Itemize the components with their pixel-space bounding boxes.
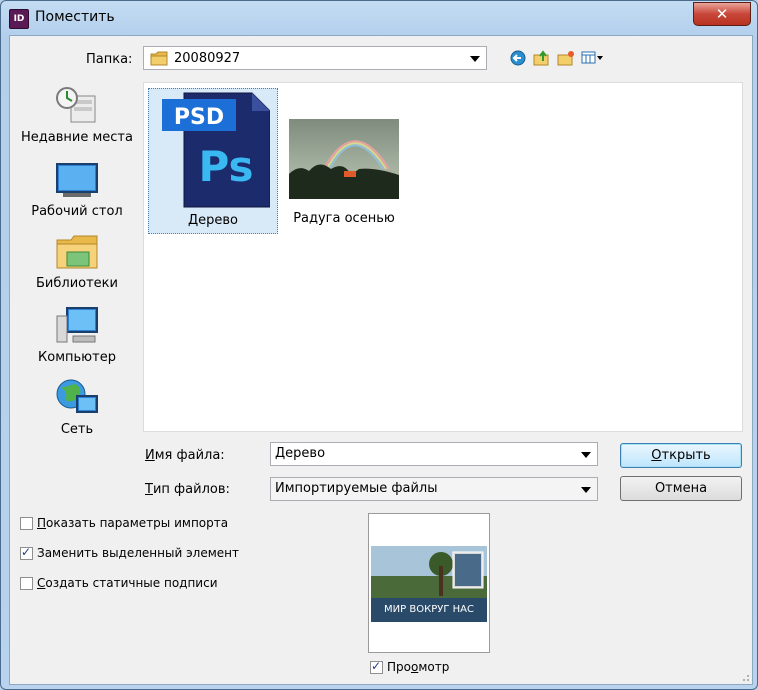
desktop-icon bbox=[56, 163, 98, 197]
filetype-label: Тип файлов: bbox=[145, 482, 230, 497]
place-label: Сеть bbox=[60, 422, 94, 437]
checkbox[interactable] bbox=[20, 576, 33, 590]
option-label: Показать параметры импорта bbox=[37, 516, 229, 530]
computer-icon bbox=[56, 307, 98, 343]
back-icon bbox=[510, 50, 526, 66]
up-folder-icon bbox=[533, 50, 549, 66]
file-item-raduga[interactable]: Радуга осенью bbox=[284, 119, 404, 235]
checkbox[interactable] bbox=[370, 659, 383, 674]
place-recent[interactable]: Недавние места bbox=[14, 86, 140, 145]
folder-icon bbox=[150, 51, 168, 66]
preview-thumbnail: МИР ВОКРУГ НАС bbox=[371, 546, 487, 622]
open-button[interactable]: Открыть bbox=[620, 443, 742, 468]
chevron-down-icon[interactable] bbox=[581, 487, 591, 493]
filename-label: Имя файла: bbox=[145, 448, 225, 463]
places-bar: Недавние места Рабочий стол Библиотеки К… bbox=[14, 82, 140, 437]
file-name: Радуга осенью bbox=[293, 211, 395, 226]
psd-badge: PSD bbox=[174, 105, 224, 130]
indesign-icon: ID bbox=[9, 9, 29, 29]
network-icon bbox=[56, 379, 98, 413]
place-dialog: ID Поместить ✕ Папка: 20080927 Недавние … bbox=[0, 0, 758, 690]
back-button[interactable] bbox=[508, 48, 528, 68]
up-folder-button[interactable] bbox=[532, 48, 552, 68]
option-label: Создать статичные подписи bbox=[37, 576, 218, 590]
folder-value: 20080927 bbox=[174, 51, 241, 66]
folder-label: Папка: bbox=[86, 52, 133, 67]
place-libraries[interactable]: Библиотеки bbox=[14, 232, 140, 291]
place-network[interactable]: Сеть bbox=[14, 378, 140, 437]
place-label: Рабочий стол bbox=[31, 204, 123, 219]
option-label: Заменить выделенный элемент bbox=[37, 546, 239, 560]
chevron-down-icon[interactable] bbox=[581, 452, 591, 458]
folder-toolbar bbox=[508, 48, 606, 68]
place-computer[interactable]: Компьютер bbox=[14, 306, 140, 365]
place-label: Компьютер bbox=[38, 350, 116, 365]
preview-caption: МИР ВОКРУГ НАС bbox=[384, 604, 474, 615]
resize-grip-icon[interactable] bbox=[740, 672, 750, 682]
filename-value: Дерево bbox=[275, 446, 326, 461]
option-replace-selected[interactable]: Заменить выделенный элемент bbox=[20, 545, 239, 560]
preview-toggle[interactable]: Проомотр bbox=[370, 659, 450, 674]
filetype-value: Импортируемые файлы bbox=[275, 481, 438, 496]
title-bar[interactable]: ID Поместить ✕ bbox=[1, 1, 757, 35]
dialog-client: Папка: 20080927 Недавние места Рабочий с… bbox=[9, 35, 753, 685]
filename-input[interactable]: Дерево bbox=[270, 442, 598, 466]
cancel-button[interactable]: Отмена bbox=[620, 476, 742, 501]
ps-logo: Ps bbox=[198, 142, 253, 191]
place-desktop[interactable]: Рабочий стол bbox=[14, 160, 140, 219]
psd-file-icon: Ps PSD bbox=[162, 92, 270, 208]
new-folder-button[interactable] bbox=[556, 48, 576, 68]
option-label: Проомотр bbox=[387, 660, 450, 674]
file-name: Дерево bbox=[187, 213, 239, 228]
filetype-select[interactable]: Импортируемые файлы bbox=[270, 477, 598, 501]
new-folder-icon bbox=[557, 51, 574, 66]
rainbow-thumbnail bbox=[289, 119, 399, 199]
option-show-import[interactable]: Показать параметры импорта bbox=[20, 516, 228, 530]
preview-pane: МИР ВОКРУГ НАС bbox=[368, 513, 490, 653]
option-static-captions[interactable]: Создать статичные подписи bbox=[20, 576, 218, 590]
window-title: Поместить bbox=[35, 9, 115, 25]
libraries-icon bbox=[56, 235, 98, 269]
close-button[interactable]: ✕ bbox=[693, 2, 751, 26]
checkbox[interactable] bbox=[20, 545, 33, 560]
folder-select[interactable]: 20080927 bbox=[143, 46, 487, 70]
file-list[interactable]: Ps PSD Дерево Радуга осенью bbox=[143, 82, 743, 432]
place-label: Библиотеки bbox=[36, 276, 118, 291]
checkbox[interactable] bbox=[20, 516, 33, 530]
view-menu-icon bbox=[581, 51, 603, 64]
close-icon: ✕ bbox=[715, 5, 729, 23]
place-label: Недавние места bbox=[21, 130, 133, 145]
file-item-derevo[interactable]: Ps PSD Дерево bbox=[148, 88, 278, 234]
chevron-down-icon[interactable] bbox=[470, 56, 480, 62]
view-menu-button[interactable] bbox=[580, 48, 606, 68]
recent-places-icon bbox=[56, 87, 96, 123]
